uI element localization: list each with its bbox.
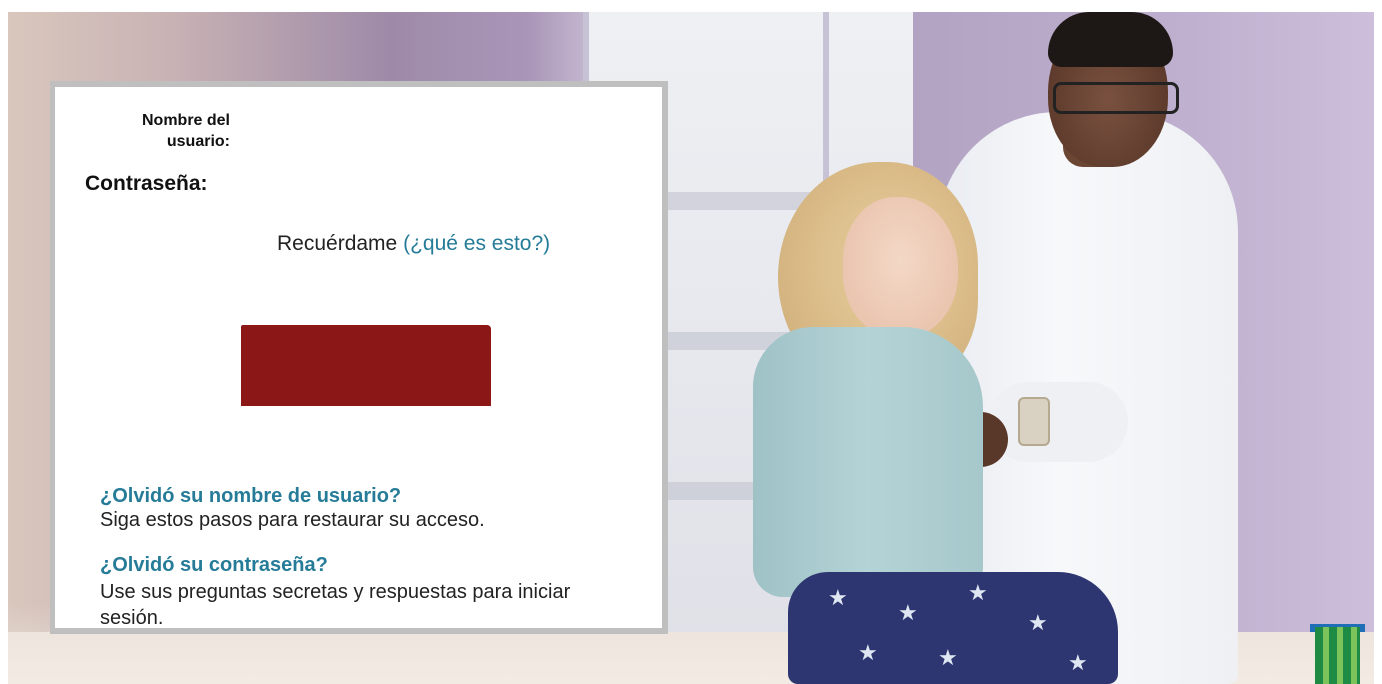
username-label: Nombre del usuario: (141, 112, 230, 150)
login-panel: Nombre del usuario: Contraseña: Recuérda… (50, 81, 668, 634)
forgot-password-link[interactable]: ¿Olvidó su contraseña? (100, 554, 328, 577)
login-button[interactable] (241, 325, 491, 406)
remember-me-checkbox[interactable] (235, 240, 277, 250)
forgot-username-link[interactable]: ¿Olvidó su nombre de usuario? (100, 485, 401, 508)
toy-blocks (1315, 627, 1360, 684)
remember-me-row: Recuérdame (¿qué es esto?) (235, 230, 565, 258)
remember-me-label: Recuérdame (277, 232, 398, 255)
forgot-password-text: Use sus preguntas secretas y respuestas … (100, 581, 571, 628)
password-label: Contraseña: (85, 172, 208, 195)
login-form: Nombre del usuario: Contraseña: Recuérda… (55, 87, 662, 628)
login-page: ★ ★ ★ ★ ★ ★ ★ Nombre del usuario: Contra… (8, 12, 1374, 684)
remember-me-help-link[interactable]: (¿qué es esto?) (403, 232, 550, 255)
password-input[interactable] (245, 169, 509, 201)
forgot-username-text: Siga estos pasos para restaurar su acces… (100, 509, 485, 531)
username-input[interactable] (245, 110, 509, 142)
